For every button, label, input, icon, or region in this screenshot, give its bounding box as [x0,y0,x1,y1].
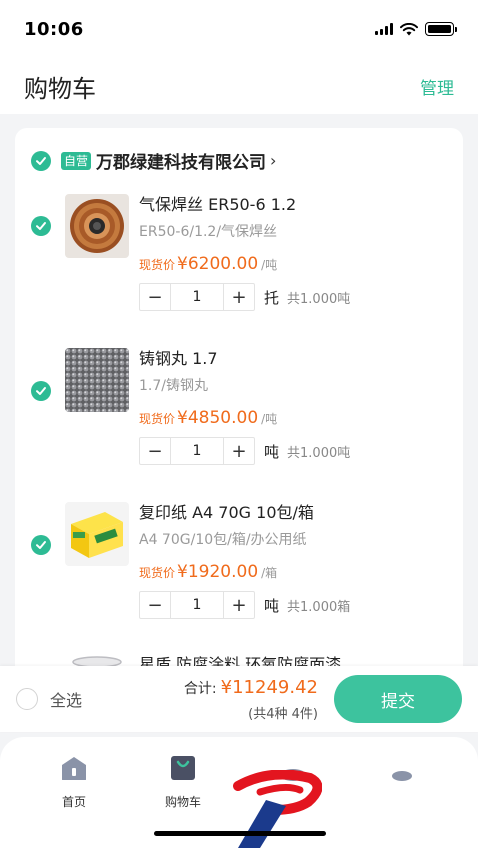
quantity-row: − 1 + 吨 共1.000箱 [139,591,449,619]
product-name[interactable]: 铸钢丸 1.7 [139,348,449,370]
decrease-button[interactable]: − [140,592,170,618]
item-checkbox[interactable] [31,535,51,555]
decrease-button[interactable]: − [140,438,170,464]
price-unit: /吨 [261,412,278,426]
check-icon [36,387,46,395]
product-image-steel-shot[interactable] [65,348,129,412]
tab-profile[interactable] [367,755,437,781]
quantity-total: 共1.000吨 [287,291,351,307]
product-spec: ER50-6/1.2/气保焊丝 [139,224,278,240]
item-info: 复印纸 A4 70G 10包/箱 A4 70G/10包/箱/办公用纸 现货价 ¥… [139,502,449,619]
check-icon [36,541,46,549]
nav-bar: 购物车 管理 [0,58,478,114]
total-summary: 合计: ¥11249.42 (共4种 4件) [184,677,318,722]
quantity-stepper: − 1 + [139,437,255,465]
quantity-total: 共1.000吨 [287,445,351,461]
price-value: ¥1920.00 [177,562,259,582]
product-name[interactable]: 气保焊丝 ER50-6 1.2 [139,194,449,216]
total-label: 合计: [183,680,217,697]
price-unit: /吨 [261,258,278,272]
status-bar: 10:06 [0,0,478,58]
quantity-unit: 托 [264,288,280,307]
item-checkbox[interactable] [31,381,51,401]
item-info: 铸钢丸 1.7 1.7/铸钢丸 现货价 ¥4850.00 /吨 − 1 + 吨 … [139,348,449,465]
cart-card: 自营 万郡绿建科技有限公司 › 气保焊丝 ER50-6 1.2 ER50-6/1… [15,128,463,668]
quantity-stepper: − 1 + [139,283,255,311]
quantity-total: 共1.000箱 [287,599,351,615]
increase-button[interactable]: + [224,438,254,464]
decrease-button[interactable]: − [140,284,170,310]
tab-home-label: 首页 [61,795,86,809]
check-icon [36,156,46,165]
shopping-bag-icon [171,756,195,780]
watermark-logo [233,770,322,848]
store-header[interactable]: 自营 万郡绿建科技有限公司 › [31,148,276,173]
wifi-icon [400,22,418,35]
manage-button[interactable]: 管理 [420,74,454,99]
select-all-checkbox[interactable] [16,688,38,710]
price-row: 现货价 ¥6200.00 /吨 [139,254,449,274]
price-row: 现货价 ¥1920.00 /箱 [139,562,449,582]
status-time: 10:06 [24,18,84,40]
product-image-welding-wire[interactable] [65,194,129,258]
quantity-row: − 1 + 托 共1.000吨 [139,283,449,311]
product-name[interactable]: 复印纸 A4 70G 10包/箱 [139,502,449,524]
store-checkbox[interactable] [31,150,51,171]
price-label: 现货价 [139,566,176,580]
store-name[interactable]: 万郡绿建科技有限公司 [96,148,266,173]
chevron-right-icon: › [270,151,277,170]
signal-icon [375,23,393,35]
tab-cart-label: 购物车 [164,795,201,809]
select-all-label[interactable]: 全选 [50,687,82,711]
product-spec: 1.7/铸钢丸 [139,378,208,394]
total-value: ¥11249.42 [220,676,318,698]
total-count: (共4种 4件) [248,706,318,722]
home-indicator [154,831,326,836]
quantity-unit: 吨 [264,442,280,461]
quantity-stepper: − 1 + [139,591,255,619]
home-icon [62,757,86,780]
quantity-input[interactable]: 1 [170,592,224,618]
price-value: ¥6200.00 [177,254,259,274]
quantity-row: − 1 + 吨 共1.000吨 [139,437,449,465]
self-operated-badge: 自营 [61,151,92,170]
status-icons [375,22,457,36]
check-icon [36,222,46,230]
item-checkbox[interactable] [31,216,51,236]
price-label: 现货价 [139,412,176,426]
quantity-input[interactable]: 1 [170,438,224,464]
tab-home[interactable]: 首页 [39,755,109,810]
product-spec: A4 70G/10包/箱/办公用纸 [139,532,307,548]
header-spacer [0,114,478,128]
product-image-copy-paper[interactable] [65,502,129,566]
profile-icon [392,771,412,781]
quantity-unit: 吨 [264,596,280,615]
battery-icon [425,22,457,36]
submit-button[interactable]: 提交 [334,675,462,723]
increase-button[interactable]: + [224,284,254,310]
page-title: 购物车 [24,74,96,103]
increase-button[interactable]: + [224,592,254,618]
price-value: ¥4850.00 [177,408,259,428]
checkout-bar: 全选 合计: ¥11249.42 (共4种 4件) 提交 [0,666,478,732]
item-info: 气保焊丝 ER50-6 1.2 ER50-6/1.2/气保焊丝 现货价 ¥620… [139,194,449,311]
price-label: 现货价 [139,258,176,272]
tab-cart[interactable]: 购物车 [148,755,218,810]
quantity-input[interactable]: 1 [170,284,224,310]
price-row: 现货价 ¥4850.00 /吨 [139,408,449,428]
price-unit: /箱 [261,566,278,580]
